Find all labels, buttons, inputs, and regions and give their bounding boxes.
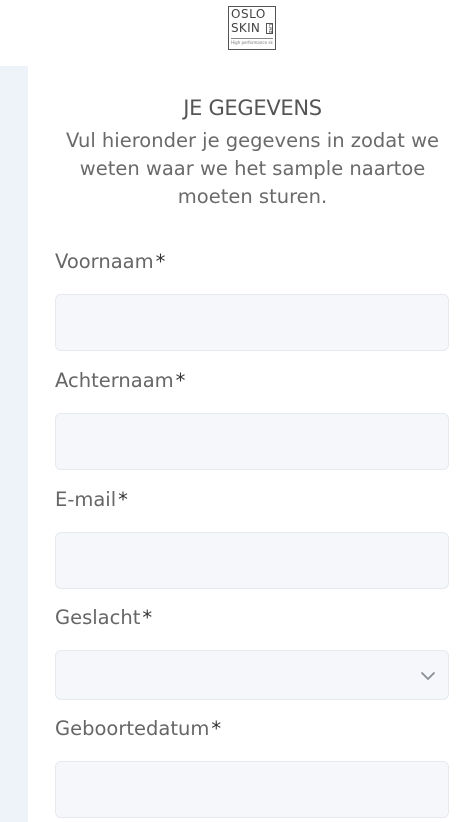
email-input[interactable] — [55, 532, 449, 589]
logo-line-1: OSLO — [231, 7, 266, 21]
birthdate-label-text: Geboortedatum — [55, 717, 210, 740]
birthdate-label: Geboortedatum * — [55, 717, 221, 740]
form-title: JE GEGEVENS — [183, 96, 322, 120]
gender-label-text: Geslacht — [55, 606, 141, 629]
gender-label: Geslacht * — [55, 606, 152, 629]
required-mark: * — [155, 250, 166, 273]
last-name-label-text: Achternaam — [55, 369, 174, 392]
last-name-label: Achternaam * — [55, 369, 185, 392]
email-label: E-mail * — [55, 488, 128, 511]
logo-line-2: SKIN — [231, 21, 261, 35]
required-mark: * — [142, 606, 153, 629]
first-name-label-text: Voornaam — [55, 250, 154, 273]
required-mark: * — [211, 717, 222, 740]
required-mark: * — [118, 488, 128, 511]
chevron-down-icon — [420, 668, 436, 682]
logo-tagline: High performance skin care — [231, 38, 273, 45]
required-mark: * — [175, 369, 186, 392]
first-name-input[interactable] — [55, 294, 449, 351]
side-stripe — [0, 66, 28, 822]
email-label-text: E-mail — [55, 488, 117, 511]
oslo-skin-lab-logo[interactable]: OSLO SKIN LAB High performance skin care — [228, 6, 276, 50]
birthdate-input[interactable] — [55, 761, 449, 818]
first-name-label: Voornaam * — [55, 250, 165, 273]
last-name-input[interactable] — [55, 413, 449, 470]
gender-select[interactable] — [55, 650, 449, 700]
site-header: OSLO SKIN LAB High performance skin care — [0, 0, 475, 66]
logo-badge: LAB — [266, 23, 273, 34]
form-subtitle: Vul hieronder je gegevens in zodat we we… — [65, 129, 440, 208]
